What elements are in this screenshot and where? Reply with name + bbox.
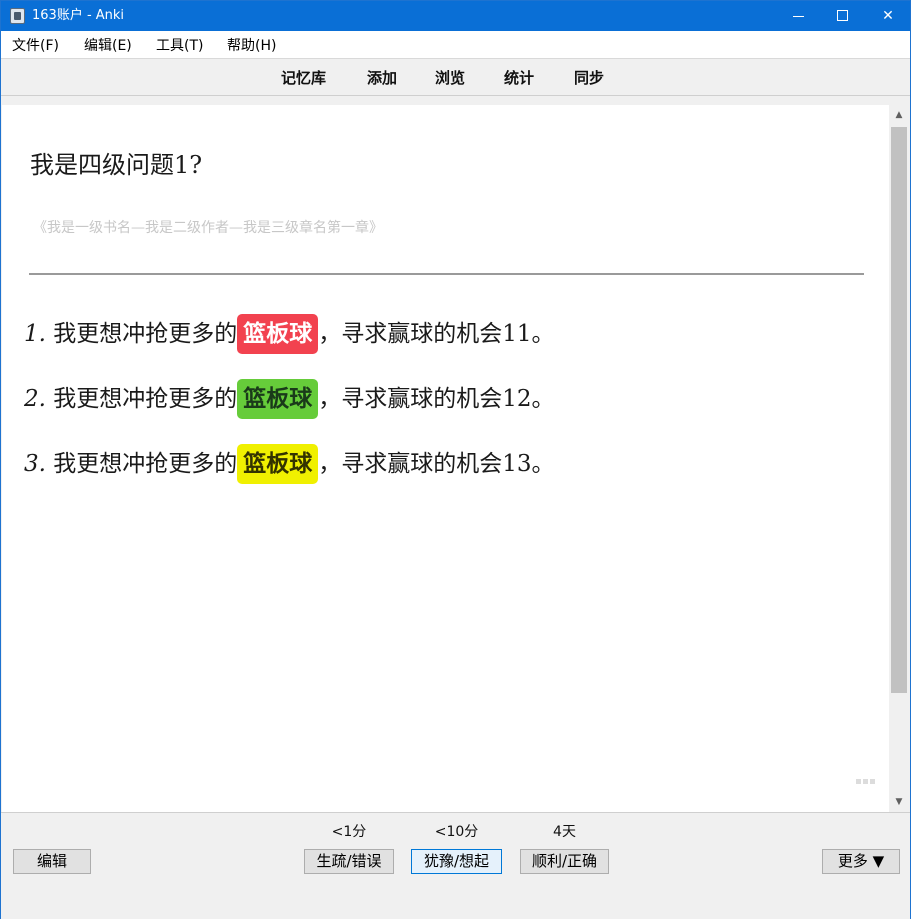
minimize-icon — [793, 16, 804, 17]
anki-window: 163账户 - Anki ✕ 文件(F) 编辑(E) 工具(T) 帮助(H) 记… — [0, 0, 911, 919]
resize-grip-icon — [856, 769, 878, 784]
item-text-before: 我更想冲抢更多的 — [53, 386, 238, 412]
toolbar-stats[interactable]: 统计 — [504, 69, 534, 87]
scroll-thumb[interactable] — [891, 127, 907, 693]
chevron-up-icon[interactable]: ▲ — [889, 105, 909, 125]
item-number: 1. — [24, 321, 46, 347]
again-button[interactable]: 生疏/错误 — [304, 849, 394, 874]
card-view: 我是四级问题1? 《我是一级书名—我是二级作者—我是三级章名第一章》 1. 我更… — [2, 105, 889, 812]
interval-again: <1分 — [331, 824, 367, 840]
item-number: 3. — [24, 451, 46, 477]
highlight-tag: 篮板球 — [237, 444, 319, 484]
maximize-button[interactable] — [820, 1, 866, 31]
toolbar-browse[interactable]: 浏览 — [435, 69, 465, 87]
close-button[interactable]: ✕ — [865, 1, 911, 31]
vertical-scrollbar[interactable]: ▲ ▼ — [889, 105, 909, 812]
interval-good: 4天 — [553, 824, 576, 840]
main-toolbar: 记忆库 添加 浏览 统计 同步 — [1, 60, 910, 96]
answer-bar: <1分 <10分 4天 编辑 生疏/错误 犹豫/想起 顺利/正确 更多 ▼ — [1, 812, 910, 919]
answer-item: 2. 我更想冲抢更多的 篮板球 ，寻求赢球的机会12。 — [24, 379, 555, 419]
question-text: 我是四级问题1? — [30, 151, 203, 179]
minimize-button[interactable] — [775, 1, 821, 31]
answer-divider — [29, 273, 864, 275]
item-number: 2. — [24, 386, 46, 412]
menu-edit[interactable]: 编辑(E) — [84, 37, 132, 55]
window-title: 163账户 - Anki — [32, 8, 125, 23]
item-text-after: ，寻求赢球的机会13。 — [318, 451, 555, 477]
card-source: 《我是一级书名—我是二级作者—我是三级章名第一章》 — [33, 220, 383, 236]
menu-tools[interactable]: 工具(T) — [156, 37, 203, 55]
chevron-down-icon[interactable]: ▼ — [889, 792, 909, 812]
edit-button[interactable]: 编辑 — [13, 849, 91, 874]
item-text-after: ，寻求赢球的机会12。 — [318, 386, 555, 412]
more-button[interactable]: 更多 ▼ — [822, 849, 900, 874]
menu-bar: 文件(F) 编辑(E) 工具(T) 帮助(H) — [1, 31, 910, 59]
item-text-after: ，寻求赢球的机会11。 — [318, 321, 555, 347]
answer-item: 3. 我更想冲抢更多的 篮板球 ，寻求赢球的机会13。 — [24, 444, 555, 484]
toolbar-sync[interactable]: 同步 — [574, 69, 604, 87]
toolbar-decks[interactable]: 记忆库 — [281, 69, 326, 87]
toolbar-add[interactable]: 添加 — [367, 69, 397, 87]
item-text-before: 我更想冲抢更多的 — [53, 451, 238, 477]
menu-help[interactable]: 帮助(H) — [227, 37, 276, 55]
highlight-tag: 篮板球 — [237, 314, 319, 354]
maximize-icon — [837, 10, 848, 21]
answer-item: 1. 我更想冲抢更多的 篮板球 ，寻求赢球的机会11。 — [24, 314, 555, 354]
interval-hard: <10分 — [434, 824, 479, 840]
highlight-tag: 篮板球 — [237, 379, 319, 419]
title-bar: 163账户 - Anki ✕ — [1, 1, 910, 31]
close-icon: ✕ — [882, 8, 894, 24]
good-button[interactable]: 顺利/正确 — [520, 849, 609, 874]
item-text-before: 我更想冲抢更多的 — [53, 321, 238, 347]
menu-file[interactable]: 文件(F) — [12, 37, 59, 55]
hard-button[interactable]: 犹豫/想起 — [411, 849, 502, 874]
anki-app-icon — [10, 8, 25, 24]
